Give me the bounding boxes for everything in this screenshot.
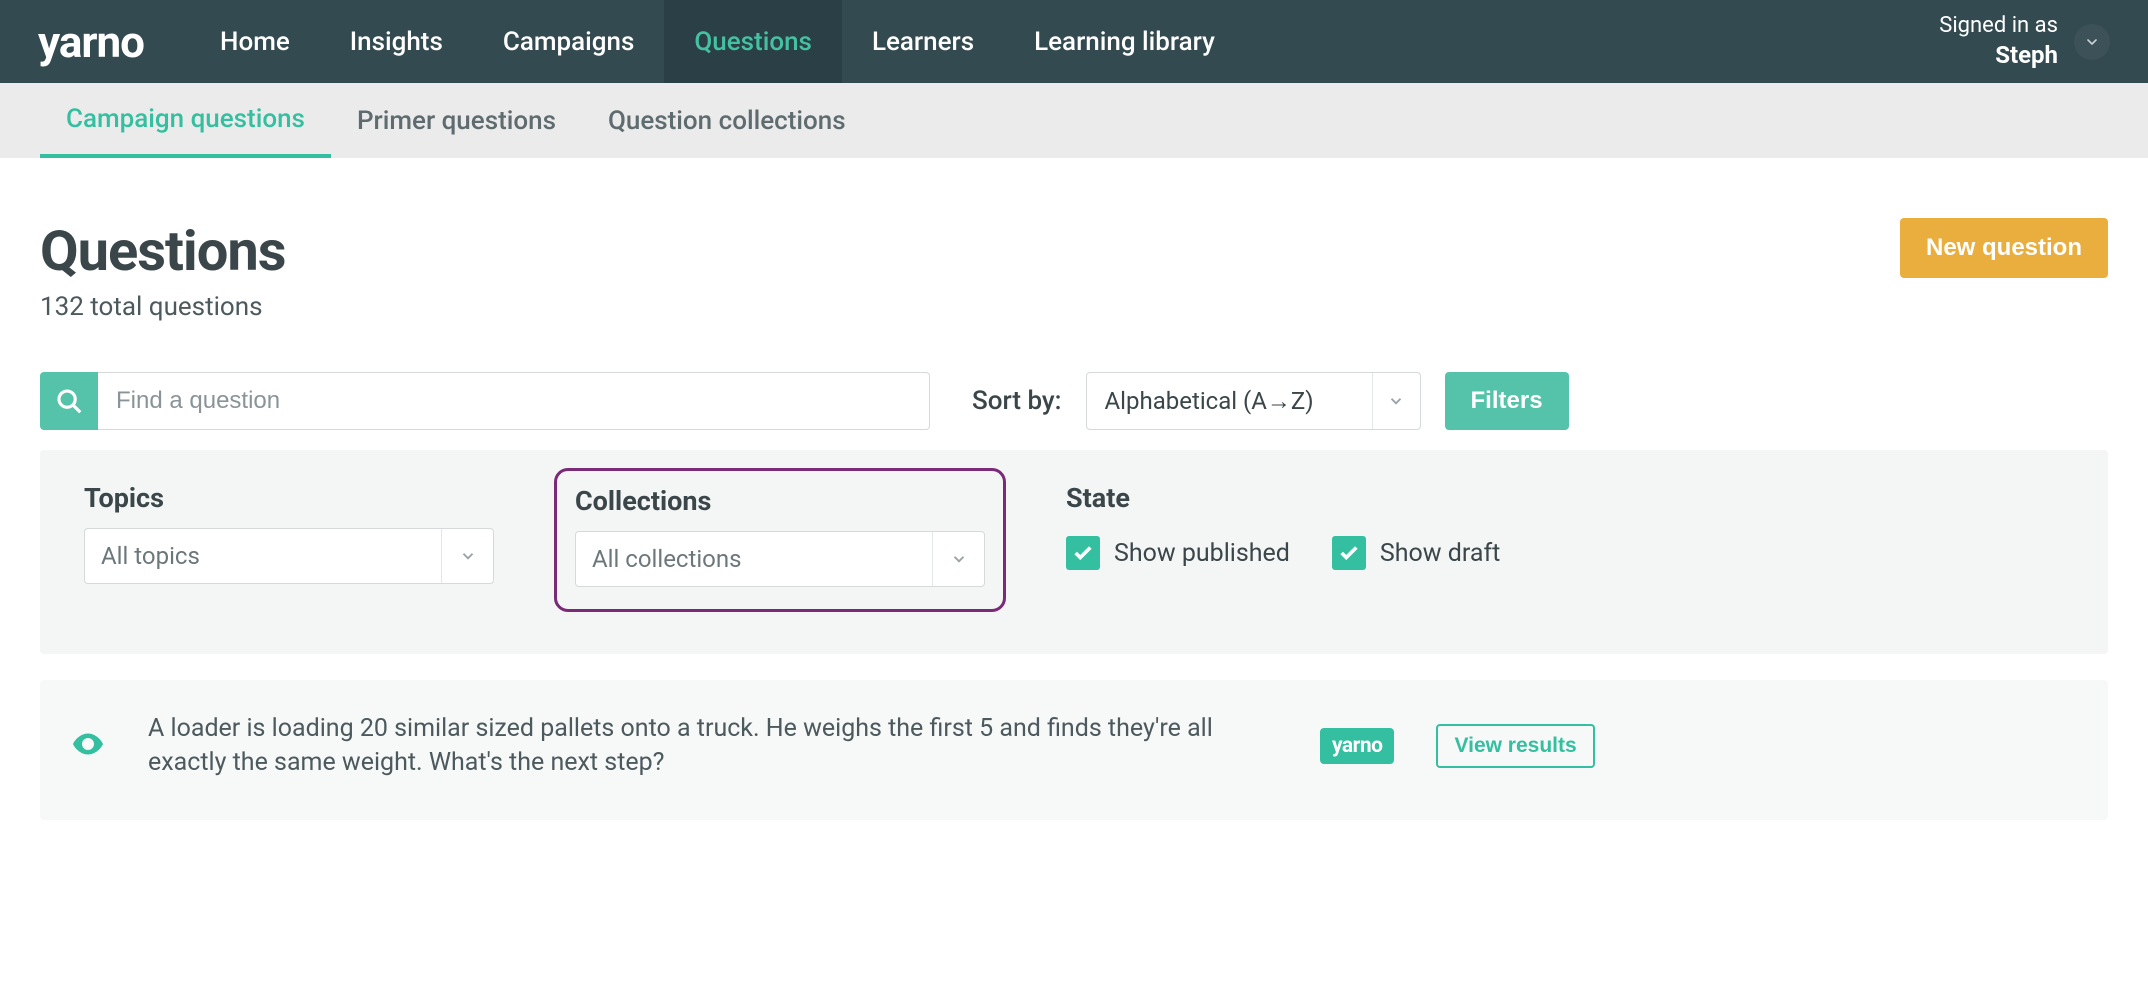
- search-row: Sort by: Alphabetical (A→Z) Filters: [40, 372, 2108, 430]
- filter-collections: Collections All collections: [575, 485, 985, 587]
- page-subtitle: 132 total questions: [40, 292, 286, 322]
- tab-primer-questions[interactable]: Primer questions: [331, 83, 582, 158]
- brand-logo: yarno: [38, 16, 144, 68]
- show-draft-checkbox[interactable]: Show draft: [1332, 536, 1500, 570]
- show-draft-label: Show draft: [1380, 539, 1500, 568]
- search-input[interactable]: [98, 372, 930, 430]
- filter-topics-label: Topics: [84, 482, 494, 514]
- filters-panel: Topics All topics Collections All collec…: [40, 450, 2108, 654]
- chevron-down-icon: [441, 529, 493, 583]
- check-icon: [1332, 536, 1366, 570]
- content: Questions 132 total questions New questi…: [0, 158, 2148, 820]
- sub-nav: Campaign questions Primer questions Ques…: [0, 83, 2148, 158]
- state-checks: Show published Show draft: [1066, 536, 1500, 570]
- nav-campaigns[interactable]: Campaigns: [473, 0, 665, 83]
- nav-user: Signed in as Steph: [1939, 12, 2110, 72]
- chevron-down-icon: [1372, 373, 1420, 429]
- nav-learners[interactable]: Learners: [842, 0, 1004, 83]
- collections-select[interactable]: All collections: [575, 531, 985, 587]
- collections-select-value: All collections: [576, 545, 932, 573]
- top-nav: yarno Home Insights Campaigns Questions …: [0, 0, 2148, 83]
- check-icon: [1066, 536, 1100, 570]
- tab-question-collections[interactable]: Question collections: [582, 83, 872, 158]
- nav-learning-library[interactable]: Learning library: [1004, 0, 1245, 83]
- nav-insights[interactable]: Insights: [320, 0, 473, 83]
- heading-row: Questions 132 total questions New questi…: [40, 218, 2108, 322]
- question-row: A loader is loading 20 similar sized pal…: [40, 680, 2108, 820]
- filter-topics: Topics All topics: [84, 482, 494, 584]
- nav-questions[interactable]: Questions: [664, 0, 842, 83]
- view-results-button[interactable]: View results: [1436, 724, 1594, 768]
- nav-links: Home Insights Campaigns Questions Learne…: [190, 0, 1245, 83]
- filter-state: State Show published Show draft: [1066, 482, 1500, 570]
- tab-campaign-questions[interactable]: Campaign questions: [40, 83, 331, 158]
- topics-select[interactable]: All topics: [84, 528, 494, 584]
- filter-collections-label: Collections: [575, 485, 985, 517]
- signed-in-username: Steph: [1939, 40, 2058, 71]
- signed-in-text: Signed in as Steph: [1939, 12, 2058, 72]
- signed-in-prefix: Signed in as: [1939, 12, 2058, 41]
- filters-button[interactable]: Filters: [1445, 372, 1569, 430]
- question-text: A loader is loading 20 similar sized pal…: [148, 712, 1278, 780]
- user-menu-toggle[interactable]: [2074, 24, 2110, 60]
- heading-block: Questions 132 total questions: [40, 218, 286, 322]
- show-published-checkbox[interactable]: Show published: [1066, 536, 1290, 570]
- search-icon: [40, 372, 98, 430]
- filter-collections-highlight: Collections All collections: [554, 468, 1006, 612]
- question-owner-badge: yarno: [1320, 728, 1394, 764]
- chevron-down-icon: [2084, 34, 2100, 50]
- page-title: Questions: [40, 218, 286, 284]
- nav-home[interactable]: Home: [190, 0, 320, 83]
- eye-icon: [70, 726, 106, 766]
- new-question-button[interactable]: New question: [1900, 218, 2108, 278]
- show-published-label: Show published: [1114, 539, 1290, 568]
- sort-select[interactable]: Alphabetical (A→Z): [1086, 372, 1421, 430]
- sort-select-value: Alphabetical (A→Z): [1087, 387, 1372, 416]
- chevron-down-icon: [932, 532, 984, 586]
- topics-select-value: All topics: [85, 542, 441, 570]
- search-group: [40, 372, 930, 430]
- filter-state-label: State: [1066, 482, 1500, 514]
- sort-by-label: Sort by:: [972, 386, 1062, 416]
